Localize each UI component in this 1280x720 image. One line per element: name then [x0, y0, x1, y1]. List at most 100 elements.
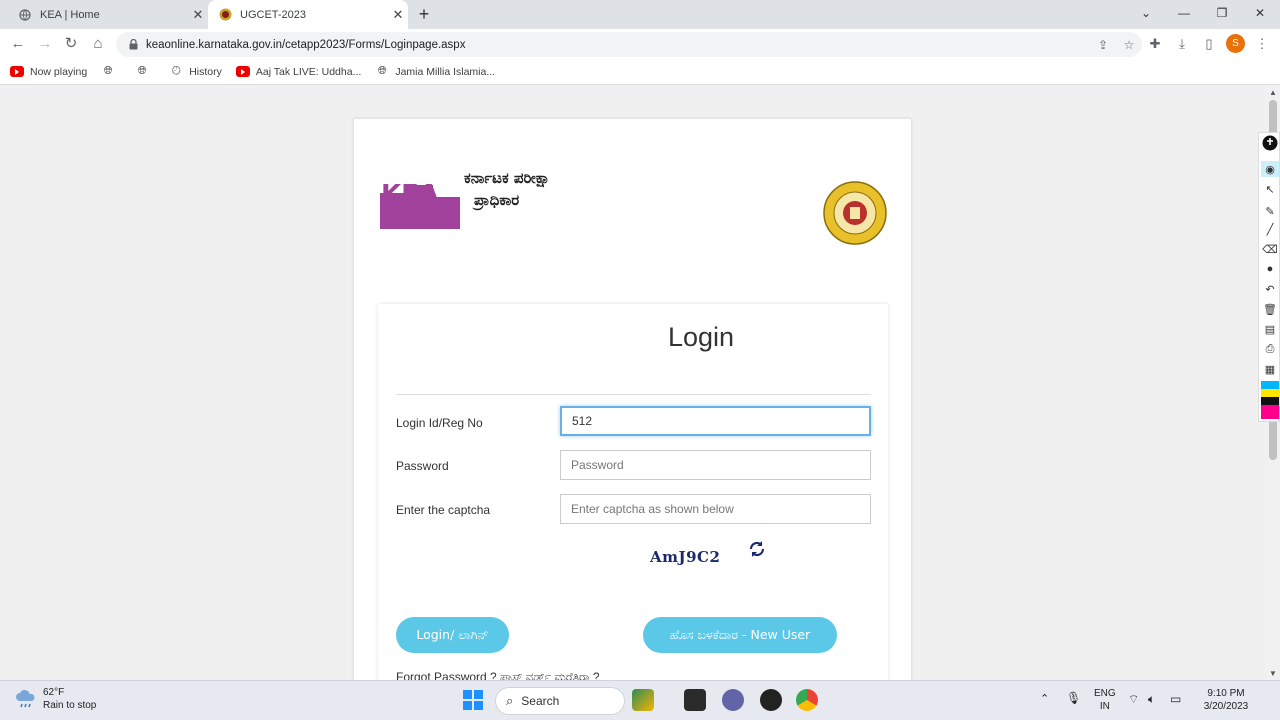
bookmark-history[interactable]: 🕘︎ History	[169, 65, 222, 78]
close-tab-icon[interactable]: ✕	[188, 7, 208, 23]
taskbar-search[interactable]: ⌕ Search	[495, 687, 625, 715]
dot-icon[interactable]: ●	[1261, 261, 1279, 277]
globe-icon	[18, 8, 32, 22]
org-name: ಕರ್ನಾಟಕ ಪರೀಕ್ಷಾ ಪ್ರಾಧಿಕಾರ	[464, 167, 550, 211]
reload-icon[interactable]: ↻	[60, 33, 82, 55]
widgets-icon[interactable]	[632, 689, 654, 711]
cursor-icon[interactable]: ↖	[1261, 181, 1279, 197]
tab-ugcet[interactable]: UGCET-2023 ✕	[208, 0, 408, 29]
search-icon: ⌕	[506, 693, 514, 708]
login-id-label: Login Id/Reg No	[396, 416, 483, 430]
wifi-icon[interactable]: ⌔	[1128, 693, 1139, 706]
bookmark-globe-1[interactable]: 🌐︎	[101, 65, 121, 77]
share-icon[interactable]: ⇪	[1090, 38, 1116, 52]
extensions-icon[interactable]: ✚	[1144, 34, 1166, 54]
notes-icon[interactable]: ▦	[1261, 361, 1279, 377]
bookmark-star-icon[interactable]: ☆	[1116, 38, 1142, 52]
pen-icon[interactable]: ✎	[1261, 203, 1279, 219]
kea-logo-letters: KEA	[381, 180, 439, 210]
restore-icon[interactable]: ❐	[1210, 3, 1234, 23]
color-yellow[interactable]	[1261, 389, 1279, 397]
login-panel: Login Login Id/Reg No Password Enter the…	[378, 304, 888, 680]
region-code: IN	[1099, 701, 1110, 712]
login-id-input[interactable]	[560, 406, 871, 436]
org-name-line1: ಕರ್ನಾಟಕ ಪರೀಕ್ಷಾ	[464, 169, 551, 187]
bookmark-now-playing[interactable]: Now playing	[10, 66, 87, 78]
bookmark-label: Aaj Tak LIVE: Uddha...	[255, 65, 362, 78]
lock-icon[interactable]	[128, 39, 138, 50]
login-card: KEA ಕರ್ನಾಟಕ ಪರೀಕ್ಷಾ ಪ್ರಾಧಿಕಾರ Login Logi…	[353, 118, 912, 680]
close-tab-icon[interactable]: ✕	[388, 7, 408, 23]
captcha-input[interactable]	[560, 494, 871, 524]
url-text: keaonline.karnataka.gov.in/cetapp2023/Fo…	[146, 38, 466, 51]
color-magenta[interactable]	[1261, 405, 1279, 419]
undo-icon[interactable]: ↶	[1261, 281, 1279, 297]
tray-chevron-icon[interactable]: ⌃	[1040, 693, 1049, 706]
trash-icon[interactable]: 🗑︎	[1261, 301, 1279, 317]
eraser-icon[interactable]: ⌫	[1261, 241, 1279, 257]
language-indicator[interactable]: ENG IN	[1094, 687, 1116, 713]
page-title: Login	[668, 322, 735, 352]
scroll-down-icon[interactable]: ▼	[1266, 669, 1280, 678]
tab-strip: KEA | Home ✕ UGCET-2023 ✕ + ⌄ — ❐ ✕	[0, 0, 1280, 29]
back-icon[interactable]: ←	[7, 33, 29, 55]
minimize-icon[interactable]: —	[1172, 3, 1196, 23]
bookmark-label: Jamia Millia Islamia...	[395, 65, 496, 78]
divider	[396, 394, 871, 395]
org-name-line2: ಪ್ರಾಧಿಕಾರ	[474, 191, 520, 209]
bookmark-jamia[interactable]: 🌐︎ Jamia Millia Islamia...	[375, 65, 496, 78]
close-window-icon[interactable]: ✕	[1248, 3, 1272, 23]
new-tab-button[interactable]: +	[414, 4, 434, 24]
download-icon[interactable]: ⤓	[1171, 34, 1193, 54]
address-bar[interactable]: keaonline.karnataka.gov.in/cetapp2023/Fo…	[116, 32, 1142, 57]
volume-icon[interactable]: 🔈︎	[1148, 693, 1155, 706]
forward-icon[interactable]: →	[34, 33, 56, 55]
tab-search-icon[interactable]: ⌄	[1134, 3, 1158, 23]
line-icon[interactable]: ╱	[1261, 221, 1279, 237]
pin-icon[interactable]	[1261, 135, 1279, 151]
search-label: Search	[521, 694, 560, 708]
history-icon: 🕘︎	[171, 65, 181, 77]
browser-toolbar: ← → ↻ ⌂ keaonline.karnataka.gov.in/cetap…	[0, 29, 1280, 59]
youtube-icon	[235, 66, 250, 77]
rain-cloud-icon	[16, 689, 35, 708]
password-input[interactable]	[560, 450, 871, 480]
chrome-icon[interactable]	[796, 689, 818, 711]
page-viewport: KEA ಕರ್ನಾಟಕ ಪರೀಕ್ಷಾ ಪ್ರಾಧಿಕಾರ Login Logi…	[0, 86, 1266, 680]
bookmark-globe-2[interactable]: 🌐︎	[135, 65, 155, 77]
kea-favicon-icon	[218, 8, 232, 22]
task-view-icon[interactable]	[684, 689, 706, 711]
captcha-label: Enter the captcha	[396, 503, 491, 517]
refresh-captcha-icon[interactable]	[748, 540, 766, 558]
battery-icon[interactable]: ▭	[1170, 693, 1181, 706]
teams-icon[interactable]	[722, 689, 744, 711]
side-panel-icon[interactable]: ▯	[1198, 34, 1220, 54]
new-user-button[interactable]: ಹೊಸ ಬಳಕೆದಾರ - New User	[643, 617, 837, 653]
clear-icon[interactable]: ▤	[1261, 321, 1279, 337]
login-button[interactable]: Login/ ಲಾಗಿನ್	[396, 617, 509, 653]
captcha-image: AmJ9C2	[650, 548, 721, 566]
weather-widget[interactable]: 62°F Rain to stop	[14, 686, 96, 712]
eye-icon[interactable]: ◉	[1261, 161, 1279, 177]
color-cyan[interactable]	[1261, 381, 1279, 389]
microphone-icon[interactable]: 🎙︎	[1066, 692, 1081, 705]
clock[interactable]: 9:10 PM 3/20/2023	[1196, 687, 1256, 713]
scroll-up-icon[interactable]: ▲	[1266, 88, 1280, 97]
tab-title: KEA | Home	[40, 8, 100, 21]
home-icon[interactable]: ⌂	[87, 33, 109, 55]
bookmark-aaj-tak[interactable]: Aaj Tak LIVE: Uddha...	[235, 65, 362, 78]
annotation-toolbar: ◉ ↖ ✎ ╱ ⌫ ● ↶ 🗑︎ ▤ ⎙ ▦	[1258, 132, 1280, 422]
tab-kea-home[interactable]: KEA | Home ✕	[8, 0, 208, 29]
menu-icon[interactable]: ⋮	[1251, 34, 1273, 54]
globe-icon: 🌐︎	[103, 65, 113, 77]
profile-avatar[interactable]: S	[1226, 34, 1245, 53]
camera-icon[interactable]: ⎙	[1261, 341, 1279, 357]
forgot-password-link[interactable]: Forgot Password ? ಪಾಸ್ ವರ್ಡ್ ಮರೆತಿರಾ ?	[396, 670, 600, 680]
lang-code: ENG	[1094, 688, 1116, 699]
bookmark-label: Now playing	[30, 65, 88, 78]
windows-start-icon[interactable]	[463, 690, 483, 710]
color-black[interactable]	[1261, 397, 1279, 405]
government-seal-icon	[823, 181, 887, 245]
globe-icon: 🌐︎	[377, 65, 387, 77]
app-icon[interactable]	[760, 689, 782, 711]
